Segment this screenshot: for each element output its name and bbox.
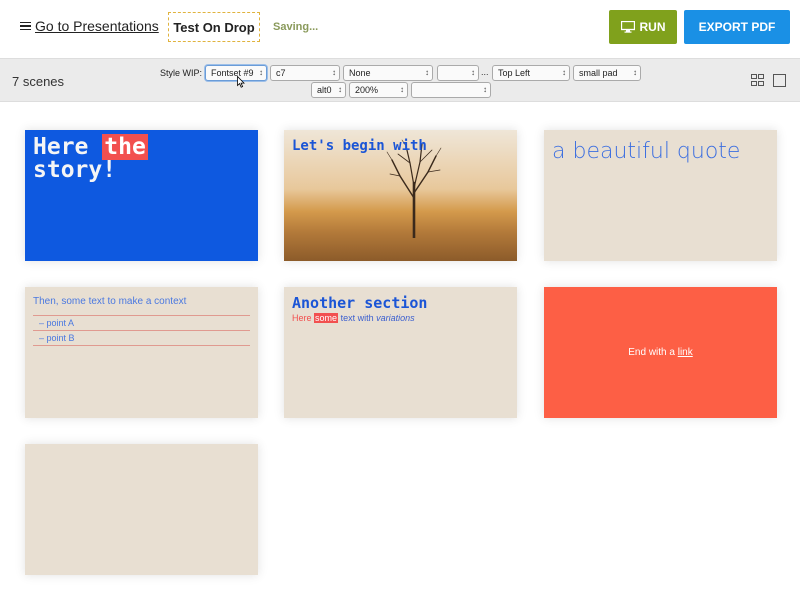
run-button[interactable]: RUN <box>609 10 677 44</box>
scene-card-4[interactable]: Then, some text to make a context – poin… <box>25 287 258 418</box>
scene-5-some: some <box>314 313 339 323</box>
scene-card-1[interactable]: Here the story! <box>25 130 258 261</box>
scene-6-link[interactable]: link <box>678 347 693 358</box>
scene-4-intro: Then, some text to make a context <box>33 296 187 307</box>
presentation-title-field[interactable]: Test On Drop <box>168 12 260 42</box>
back-link-label: Go to Presentations <box>35 18 159 34</box>
menu-icon <box>20 21 31 31</box>
scene-1-line2: story! <box>33 157 117 183</box>
position-select[interactable]: Top Left <box>492 65 570 81</box>
padding-select[interactable]: small pad <box>573 65 641 81</box>
color-select[interactable]: c7 <box>270 65 340 81</box>
alt-select[interactable]: alt0 <box>311 82 346 98</box>
style-none-select[interactable]: None <box>343 65 433 81</box>
scene-1-heading: Here the story! <box>33 134 148 183</box>
scene-4-point-a: – point A <box>33 315 250 330</box>
scene-card-7[interactable] <box>25 444 258 575</box>
blank-select-1[interactable] <box>437 65 479 81</box>
top-bar: Go to Presentations Test On Drop Saving.… <box>0 0 800 57</box>
mouse-cursor-icon <box>237 76 245 88</box>
scene-card-6[interactable]: End with a link <box>544 287 777 418</box>
scene-card-5[interactable]: Another section Here some text with vari… <box>284 287 517 418</box>
scene-6-text-pre: End with a <box>628 347 678 358</box>
scene-count: 7 scenes <box>12 74 65 89</box>
monitor-icon <box>620 21 635 33</box>
grid-view-icon[interactable] <box>751 74 765 87</box>
run-label: RUN <box>639 20 666 34</box>
scene-2-heading: Let's begin with <box>292 138 427 154</box>
scene-5-text: text with <box>340 313 374 323</box>
fontset-select[interactable]: Fontset #9 <box>205 65 267 81</box>
scene-5-heading: Another section <box>292 294 428 312</box>
scene-card-3[interactable]: a beautiful quote <box>544 130 777 261</box>
blank-select-2[interactable] <box>411 82 491 98</box>
ellipsis: ... <box>481 67 489 77</box>
scene-5-subtitle: Here some text with variations <box>292 313 415 323</box>
save-status: Saving... <box>273 21 319 33</box>
scene-5-variations: variations <box>376 313 415 323</box>
zoom-select[interactable]: 200% <box>349 82 408 98</box>
scene-6-text: End with a link <box>544 347 777 358</box>
style-toolbar: 7 scenes Style WIP: Fontset #9 c7 None .… <box>0 58 800 102</box>
scene-5-here: Here <box>292 313 312 323</box>
scene-4-point-b: – point B <box>33 330 250 346</box>
scene-3-heading: a beautiful quote <box>552 139 741 164</box>
single-view-icon[interactable] <box>773 74 786 87</box>
scene-card-2[interactable]: Let's begin with <box>284 130 517 261</box>
style-label: Style WIP: <box>160 68 203 78</box>
export-pdf-button[interactable]: EXPORT PDF <box>684 10 790 44</box>
back-to-presentations-link[interactable]: Go to Presentations <box>20 18 159 34</box>
